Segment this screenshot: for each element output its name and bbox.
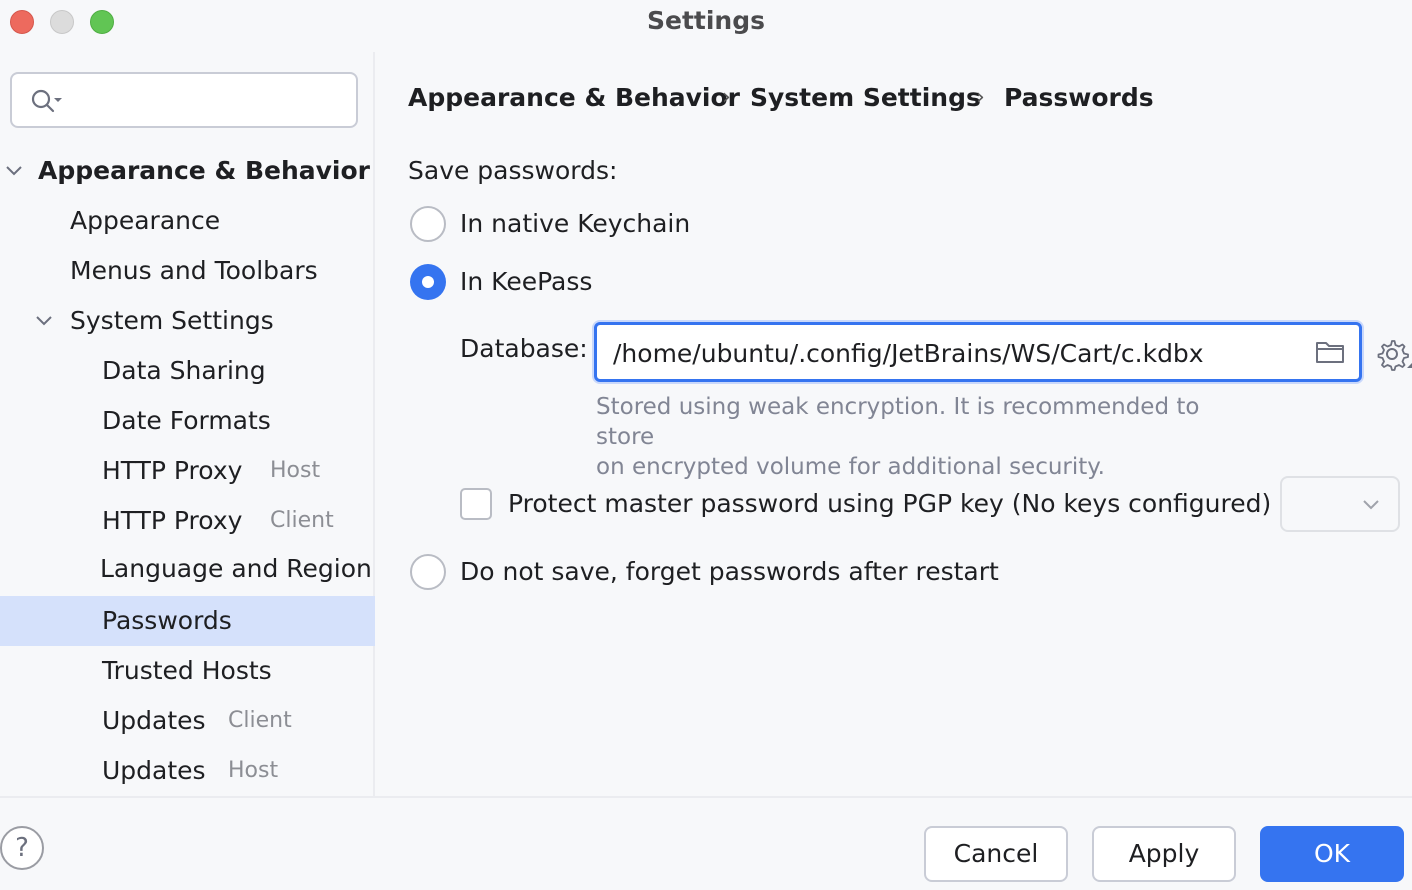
breadcrumb-system-settings[interactable]: System Settings xyxy=(750,78,981,118)
encryption-hint: Stored using weak encryption. It is reco… xyxy=(596,392,1264,482)
tree-item-tag: Client xyxy=(270,508,334,533)
tree-item-label: Language and Region xyxy=(100,554,372,583)
settings-sidebar: Appearance & Behavior Appearance Menus a… xyxy=(0,52,375,796)
hint-line: Stored using weak encryption. It is reco… xyxy=(596,394,1200,450)
tree-item-label: Passwords xyxy=(102,606,232,635)
save-passwords-label: Save passwords: xyxy=(408,156,618,185)
settings-search-box[interactable] xyxy=(10,72,358,128)
breadcrumb-appearance-behavior[interactable]: Appearance & Behavior xyxy=(408,78,740,118)
tree-item-trusted-hosts[interactable]: Trusted Hosts xyxy=(0,646,375,696)
radio-button[interactable] xyxy=(410,264,446,300)
tree-item-date-formats[interactable]: Date Formats xyxy=(0,396,375,446)
hint-line: on encrypted volume for additional secur… xyxy=(596,454,1105,480)
chevron-down-icon[interactable] xyxy=(6,160,22,180)
tree-item-label: Updates xyxy=(102,756,206,785)
database-path-field[interactable] xyxy=(594,322,1362,382)
tree-item-menus-toolbars[interactable]: Menus and Toolbars xyxy=(0,246,375,296)
ok-button[interactable]: OK xyxy=(1260,826,1404,882)
radio-button[interactable] xyxy=(410,206,446,242)
tree-item-label: System Settings xyxy=(70,306,274,335)
cancel-button[interactable]: Cancel xyxy=(924,826,1068,882)
pgp-key-dropdown[interactable] xyxy=(1280,476,1400,532)
tree-item-tag: Client xyxy=(228,708,292,733)
tree-item-http-proxy-host[interactable]: HTTP Proxy Host xyxy=(0,446,375,496)
folder-icon[interactable] xyxy=(1315,339,1345,365)
tree-item-appearance[interactable]: Appearance xyxy=(0,196,375,246)
tree-item-label: Menus and Toolbars xyxy=(70,256,318,285)
help-button[interactable]: ? xyxy=(0,826,44,870)
pgp-checkbox[interactable] xyxy=(460,488,492,520)
tree-item-data-sharing[interactable]: Data Sharing xyxy=(0,346,375,396)
database-path-input[interactable] xyxy=(613,333,1303,373)
tree-item-label: Appearance & Behavior xyxy=(38,156,370,185)
search-icon xyxy=(31,89,62,113)
tree-item-system-settings[interactable]: System Settings xyxy=(0,296,375,346)
tree-item-label: Data Sharing xyxy=(102,356,266,385)
tree-item-label: Trusted Hosts xyxy=(102,656,272,685)
settings-search-input[interactable] xyxy=(74,82,344,118)
apply-button[interactable]: Apply xyxy=(1092,826,1236,882)
tree-item-label: Updates xyxy=(102,706,206,735)
tree-item-updates-client[interactable]: Updates Client xyxy=(0,696,375,746)
tree-item-updates-host[interactable]: Updates Host xyxy=(0,746,375,796)
tree-item-label: HTTP Proxy xyxy=(102,456,243,485)
tree-item-http-proxy-client[interactable]: HTTP Proxy Client xyxy=(0,496,375,546)
gear-icon[interactable] xyxy=(1376,338,1412,374)
radio-button[interactable] xyxy=(410,554,446,590)
radio-label: In native Keychain xyxy=(460,209,691,238)
tree-item-label: Date Formats xyxy=(102,406,271,435)
radio-label: Do not save, forget passwords after rest… xyxy=(460,557,999,586)
tree-item-language-region[interactable]: Language and Region xyxy=(0,544,375,594)
pgp-checkbox-label: Protect master password using PGP key (N… xyxy=(508,489,1272,518)
breadcrumb-separator: › xyxy=(722,85,731,110)
tree-item-appearance-behavior[interactable]: Appearance & Behavior xyxy=(0,146,375,196)
tree-item-tag: Host xyxy=(270,458,321,483)
tree-item-tag: Host xyxy=(228,758,279,783)
tree-item-label: HTTP Proxy xyxy=(102,506,243,535)
tree-item-passwords[interactable]: Passwords xyxy=(0,596,375,646)
tree-item-label: Appearance xyxy=(70,206,221,235)
footer-divider xyxy=(0,796,1412,798)
radio-label: In KeePass xyxy=(460,267,593,296)
window-title: Settings xyxy=(646,6,765,35)
breadcrumb-passwords: Passwords xyxy=(1004,83,1154,112)
breadcrumb-separator: › xyxy=(976,85,985,110)
database-label: Database: xyxy=(460,334,588,363)
chevron-down-icon[interactable] xyxy=(36,310,52,330)
chevron-down-icon xyxy=(1363,500,1379,510)
title-bar: Settings xyxy=(0,0,1412,44)
